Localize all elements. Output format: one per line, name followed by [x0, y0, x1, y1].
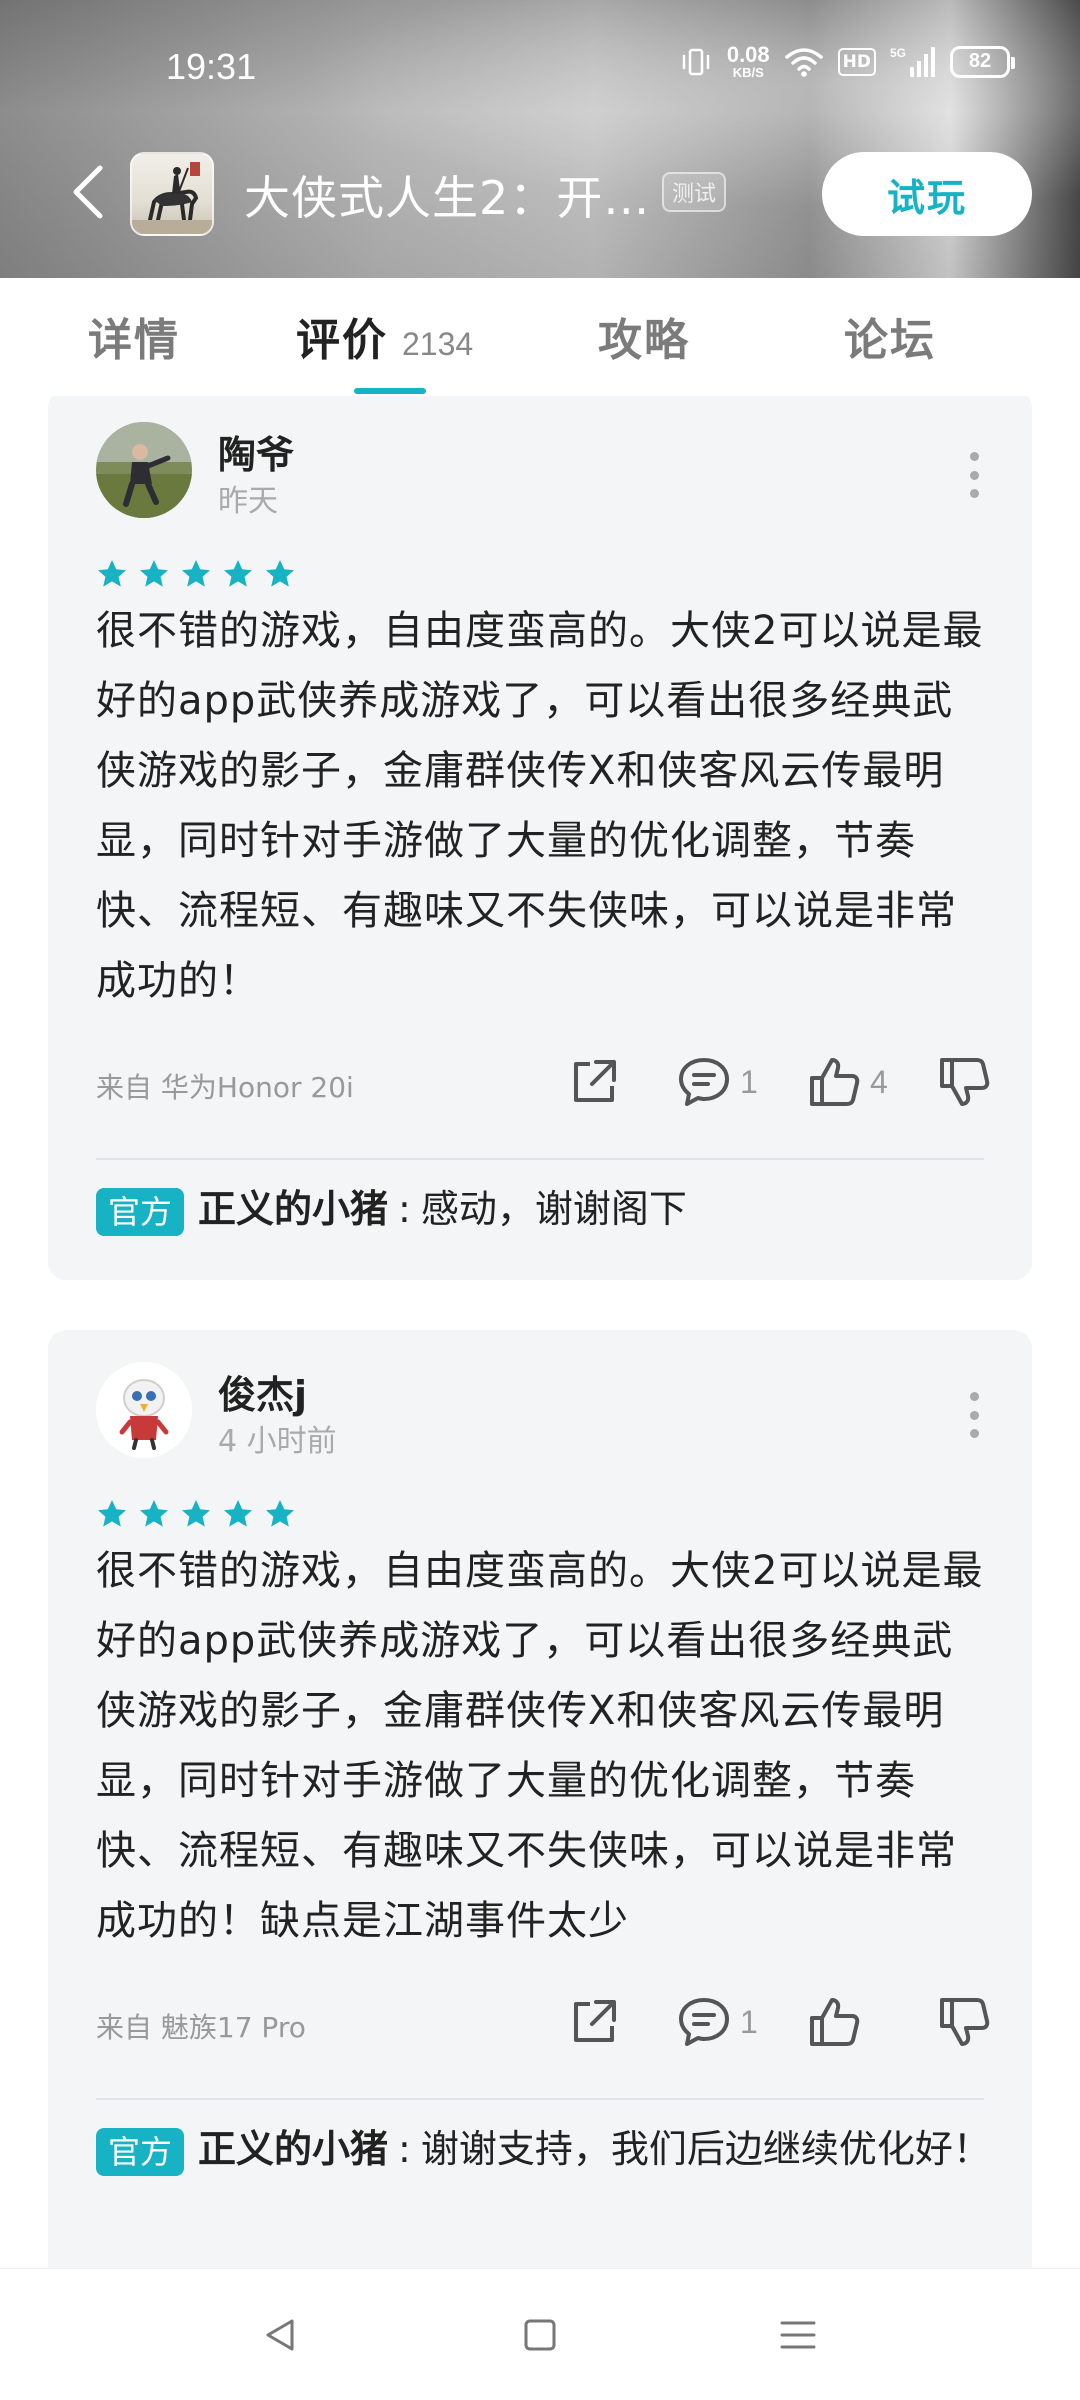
net-speed: 0.08 KB/S: [726, 42, 770, 80]
review-card: 俊杰j 4 小时前 很不错的游戏，自由度蛮高的。大侠2可以说是最好的app武侠养…: [48, 1330, 1032, 2268]
reply-separator: :: [398, 1187, 411, 1231]
share-button[interactable]: [566, 1052, 622, 1112]
more-options-icon[interactable]: [964, 452, 984, 498]
tab-bar: 详情 评价 2134 攻略 论坛: [0, 278, 1080, 396]
back-button[interactable]: [62, 162, 114, 222]
reply-text: 感动，谢谢阁下: [420, 1187, 687, 1231]
dislike-button[interactable]: [936, 1052, 992, 1112]
comment-count: 1: [740, 2003, 758, 2040]
official-badge: 官方: [96, 2127, 185, 2176]
nav-home-button[interactable]: [510, 2305, 570, 2365]
star-icon: [266, 1500, 294, 1527]
system-navigation-bar: [0, 2268, 1080, 2400]
more-options-icon[interactable]: [964, 1392, 984, 1438]
reply-author: 正义的小猪: [198, 2127, 389, 2171]
vibrate-icon: [679, 45, 713, 79]
reply-separator: :: [398, 2127, 411, 2171]
divider: [96, 2098, 984, 2100]
tab-guides[interactable]: 攻略: [598, 304, 690, 368]
user-name[interactable]: 陶爷: [218, 424, 294, 479]
hd-icon: HD: [837, 47, 876, 76]
like-button[interactable]: [806, 1992, 892, 2052]
status-icons: 0.08 KB/S HD 5G 82: [679, 42, 1015, 80]
review-card: 陶爷 昨天 很不错的游戏，自由度蛮高的。大侠2可以说是最好的app武侠养成游戏了…: [48, 396, 1032, 1280]
review-text[interactable]: 很不错的游戏，自由度蛮高的。大侠2可以说是最好的app武侠养成游戏了，可以看出很…: [96, 1536, 986, 1956]
comment-icon: [679, 1998, 729, 2046]
game-title: 大侠式人生2：开…: [244, 171, 651, 225]
tab-forum[interactable]: 论坛: [844, 304, 936, 368]
share-icon: [574, 1060, 616, 1102]
game-icon[interactable]: [130, 152, 214, 236]
comment-icon: [679, 1058, 729, 1106]
review-count: 2134: [402, 326, 474, 362]
review-feed[interactable]: 陶爷 昨天 很不错的游戏，自由度蛮高的。大侠2可以说是最好的app武侠养成游戏了…: [0, 396, 1080, 2268]
like-button[interactable]: 4: [806, 1052, 892, 1112]
rating-stars: [96, 1498, 296, 1530]
device-info: 来自 魅族17 Pro: [96, 2011, 306, 2044]
star-icon: [182, 1500, 210, 1527]
chevron-left-icon: [73, 165, 103, 219]
app-header: 19:31 0.08 KB/S HD 5G 82 大侠式人生2：开… 测试 试玩: [0, 0, 1080, 278]
network-type-label: 5G: [890, 46, 906, 60]
app-nav-row: 大侠式人生2：开… 测试 试玩: [0, 148, 1080, 238]
avatar[interactable]: [96, 1362, 192, 1458]
star-icon: [140, 560, 168, 587]
star-icon: [266, 560, 294, 587]
comment-button[interactable]: 1: [676, 1992, 762, 2052]
star-icon: [224, 1500, 252, 1527]
thumbs-up-icon: [810, 1998, 860, 2046]
signal-icon: 5G: [890, 45, 936, 79]
star-icon: [224, 560, 252, 587]
battery-icon: 82: [950, 45, 1015, 78]
review-actions: 1: [566, 1992, 992, 2052]
status-time: 19:31: [166, 46, 257, 87]
thumbs-down-icon: [940, 1058, 990, 1106]
device-info: 来自 华为Honor 20i: [96, 1071, 354, 1104]
official-badge: 官方: [96, 1187, 185, 1236]
official-reply[interactable]: 官方 正义的小猪: 感动，谢谢阁下: [96, 1174, 996, 1244]
share-icon: [574, 2000, 616, 2042]
nav-menu-button[interactable]: [768, 2305, 828, 2365]
status-bar: 19:31 0.08 KB/S HD 5G 82: [0, 38, 1080, 98]
post-time: 昨天: [218, 484, 278, 519]
user-name[interactable]: 俊杰j: [218, 1364, 307, 1419]
reply-text: 谢谢支持，我们后边继续优化好！: [420, 2127, 991, 2171]
official-reply[interactable]: 官方 正义的小猪: 谢谢支持，我们后边继续优化好！: [96, 2114, 996, 2184]
tab-reviews[interactable]: 评价 2134: [296, 304, 473, 368]
reply-author: 正义的小猪: [198, 1187, 389, 1231]
review-actions: 1 4: [566, 1052, 992, 1112]
dislike-button[interactable]: [936, 1992, 992, 2052]
triangle-back-icon: [266, 2319, 294, 2351]
comment-count: 1: [740, 1063, 758, 1100]
divider: [96, 1158, 984, 1160]
star-icon: [140, 1500, 168, 1527]
avatar[interactable]: [96, 422, 192, 518]
active-tab-indicator: [354, 388, 426, 394]
thumbs-down-icon: [940, 1998, 990, 2046]
square-home-icon: [524, 2319, 556, 2351]
menu-icon: [780, 2321, 816, 2349]
try-play-button[interactable]: 试玩: [822, 152, 1032, 236]
rating-stars: [96, 558, 296, 590]
comment-button[interactable]: 1: [676, 1052, 762, 1112]
star-icon: [98, 560, 126, 587]
star-icon: [98, 1500, 126, 1527]
like-count: 4: [870, 1063, 888, 1100]
post-time: 4 小时前: [218, 1424, 337, 1459]
tab-details[interactable]: 详情: [88, 304, 180, 368]
share-button[interactable]: [566, 1992, 622, 2052]
review-text[interactable]: 很不错的游戏，自由度蛮高的。大侠2可以说是最好的app武侠养成游戏了，可以看出很…: [96, 596, 986, 1016]
test-badge: 测试: [662, 172, 727, 212]
thumbs-up-icon: [810, 1058, 860, 1106]
wifi-icon: [784, 46, 824, 78]
nav-back-button[interactable]: [250, 2305, 310, 2365]
star-icon: [182, 560, 210, 587]
